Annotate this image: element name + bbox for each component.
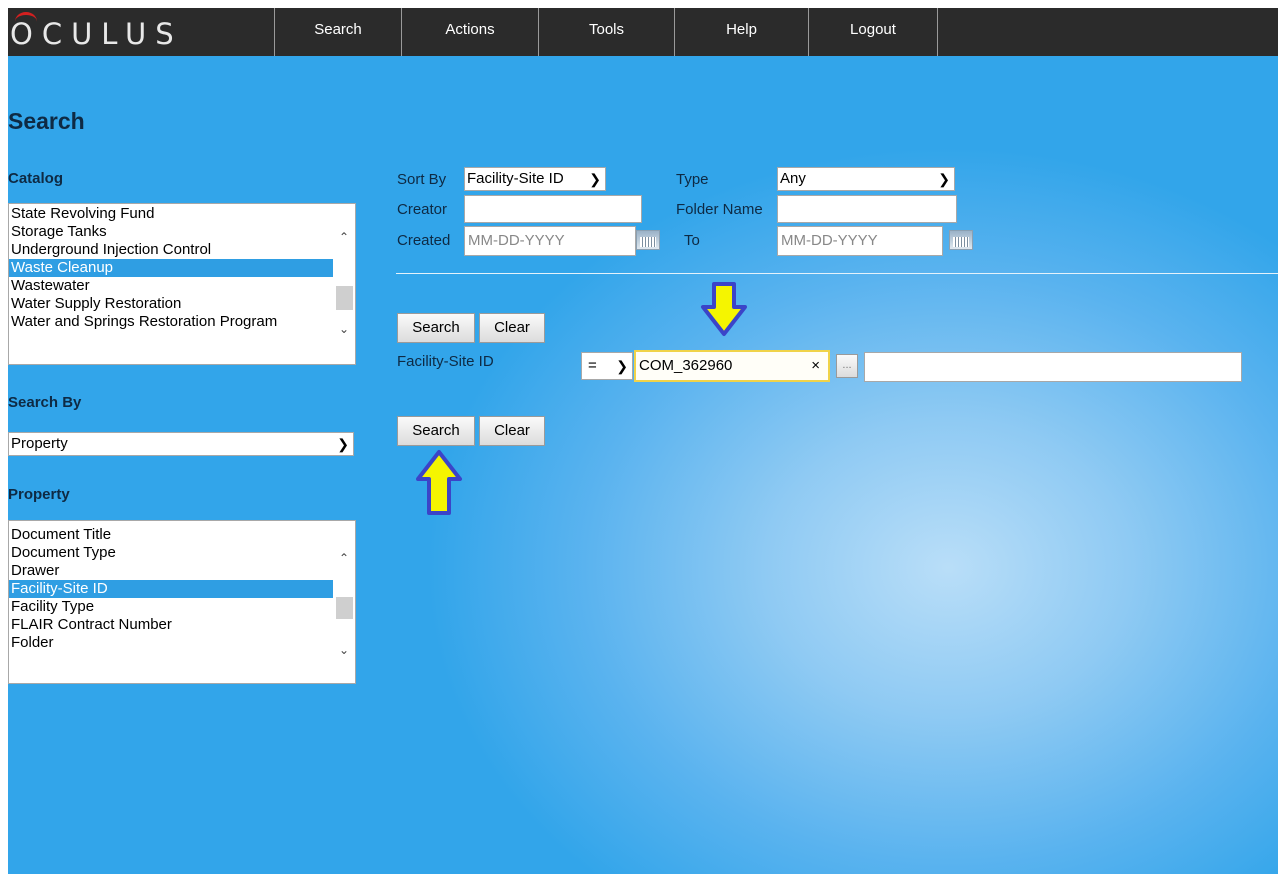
scroll-thumb[interactable] [336, 597, 353, 619]
property-label: Property [8, 486, 70, 503]
arrow-down-highlight [701, 282, 747, 336]
list-item[interactable]: Underground Injection Control [9, 241, 333, 259]
arrow-up-highlight [416, 450, 462, 515]
browse-button[interactable]: ... [836, 354, 858, 378]
chevron-down-icon: ❯ [938, 171, 950, 187]
to-date-input[interactable]: MM-DD-YYYY [777, 226, 943, 256]
list-item[interactable]: Document Type [9, 544, 333, 562]
search-button[interactable]: Search [397, 416, 475, 446]
list-item[interactable]: Storage Tanks [9, 223, 333, 241]
clear-x-icon[interactable]: × [811, 352, 820, 380]
property-listbox[interactable]: Document Title Document Type Drawer Faci… [8, 520, 356, 684]
folder-name-input[interactable] [777, 195, 957, 223]
to-label: To [684, 232, 700, 249]
scroll-up-icon[interactable]: ⌃ [335, 230, 353, 244]
list-item[interactable]: Water and Springs Restoration Program [9, 313, 333, 331]
nav-actions[interactable]: Actions [402, 8, 538, 56]
page-title: Search [8, 108, 85, 134]
type-select[interactable]: Any ❯ [777, 167, 955, 191]
list-item[interactable]: Folder [9, 634, 333, 652]
list-item-selected[interactable]: Facility-Site ID [9, 580, 333, 598]
app-window: OCULUS Search Actions Tools Help Logout … [8, 8, 1278, 874]
scroll-down-icon[interactable]: ⌄ [335, 322, 353, 336]
nav-separator [937, 8, 938, 56]
logo-text: OCULUS [10, 17, 183, 51]
catalog-scrollbar[interactable]: ⌃ ⌄ [333, 204, 355, 364]
creator-input[interactable] [464, 195, 642, 223]
facility-site-id-input[interactable]: COM_362960 × [634, 350, 830, 382]
list-item[interactable]: Water Supply Restoration [9, 295, 333, 313]
nav-search[interactable]: Search [275, 8, 401, 56]
nav-tools[interactable]: Tools [539, 8, 674, 56]
top-nav-bar: OCULUS Search Actions Tools Help Logout [8, 8, 1278, 56]
creator-label: Creator [397, 201, 448, 218]
chevron-down-icon: ❯ [616, 358, 628, 374]
scroll-thumb[interactable] [336, 286, 353, 310]
list-item[interactable]: State Revolving Fund [9, 205, 333, 223]
list-item[interactable]: FLAIR Contract Number [9, 616, 333, 634]
oculus-logo: OCULUS [8, 8, 274, 56]
nav-logout[interactable]: Logout [809, 8, 937, 56]
list-item[interactable]: Facility Type [9, 598, 333, 616]
nav-help[interactable]: Help [675, 8, 808, 56]
type-value: Any [780, 170, 806, 187]
search-by-value: Property [11, 435, 68, 452]
sort-by-select[interactable]: Facility-Site ID ❯ [464, 167, 606, 191]
list-item[interactable]: Drawer [9, 562, 333, 580]
created-label: Created [397, 232, 451, 249]
divider [396, 273, 1278, 274]
created-date-input[interactable]: MM-DD-YYYY [464, 226, 636, 256]
operator-select[interactable]: = ❯ [581, 352, 633, 380]
search-by-select[interactable]: Property ❯ [8, 432, 354, 456]
catalog-label: Catalog [8, 170, 64, 187]
search-button-top[interactable]: Search [397, 313, 475, 343]
clear-button[interactable]: Clear [479, 416, 545, 446]
chevron-down-icon: ❯ [589, 171, 601, 187]
scroll-down-icon[interactable]: ⌄ [335, 643, 353, 657]
search-by-label: Search By [8, 394, 82, 411]
property-scrollbar[interactable]: ⌃ ⌄ [333, 521, 355, 683]
calendar-icon[interactable] [636, 230, 660, 250]
facility-site-id-second-input[interactable] [864, 352, 1242, 382]
list-item[interactable]: Document Title [9, 526, 333, 544]
criteria-label: Facility-Site ID [397, 353, 494, 370]
operator-value: = [588, 357, 597, 374]
folder-name-label: Folder Name [676, 201, 763, 218]
type-label: Type [676, 171, 709, 188]
clear-button-top[interactable]: Clear [479, 313, 545, 343]
list-item-selected[interactable]: Waste Cleanup [9, 259, 333, 277]
facility-site-id-value: COM_362960 [639, 357, 733, 374]
scroll-up-icon[interactable]: ⌃ [335, 551, 353, 565]
chevron-down-icon: ❯ [337, 436, 349, 452]
sort-by-value: Facility-Site ID [467, 170, 564, 187]
list-item[interactable]: Wastewater [9, 277, 333, 295]
sort-by-label: Sort By [397, 171, 447, 188]
calendar-icon[interactable] [949, 230, 973, 250]
catalog-listbox[interactable]: State Revolving Fund Storage Tanks Under… [8, 203, 356, 365]
